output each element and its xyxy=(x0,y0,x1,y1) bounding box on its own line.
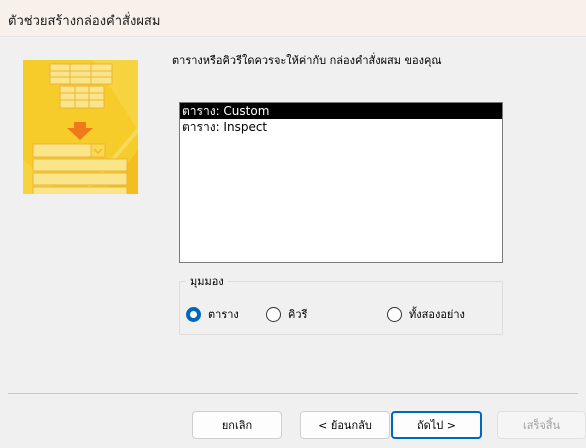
list-item[interactable]: ตาราง: Inspect xyxy=(180,119,502,135)
divider xyxy=(8,393,578,394)
view-legend: มุมมอง xyxy=(186,272,228,290)
radio-label-both: ทั้งสองอย่าง xyxy=(409,308,465,321)
radio-button[interactable] xyxy=(387,306,402,322)
finish-button[interactable]: เสร็จสิ้น xyxy=(497,411,586,439)
radio-button[interactable] xyxy=(266,306,281,322)
next-button[interactable]: ถัดไป > xyxy=(391,411,482,439)
view-option-queries[interactable]: คิวรี xyxy=(266,305,307,323)
title-bar: ตัวช่วยสร้างกล่องคำสั่งผสม xyxy=(0,0,586,37)
view-option-tables[interactable]: ตาราง xyxy=(186,305,239,323)
radio-label-queries: คิวรี xyxy=(288,308,308,321)
wizard-illustration xyxy=(23,60,138,194)
radio-label-tables: ตาราง xyxy=(208,308,239,321)
prompt-label: ตารางหรือคิวรีใดควรจะให้ค่ากับ กล่องคำสั… xyxy=(172,54,442,67)
view-option-both[interactable]: ทั้งสองอย่าง xyxy=(387,305,465,323)
list-item[interactable]: ตาราง: Custom xyxy=(180,103,502,119)
back-button[interactable]: < ย้อนกลับ xyxy=(300,411,390,439)
radio-button[interactable] xyxy=(186,306,201,322)
cancel-button[interactable]: ยกเลิก xyxy=(192,411,282,439)
window-title: ตัวช่วยสร้างกล่องคำสั่งผสม xyxy=(8,14,161,29)
table-list[interactable]: ตาราง: Custom ตาราง: Inspect xyxy=(179,102,503,263)
